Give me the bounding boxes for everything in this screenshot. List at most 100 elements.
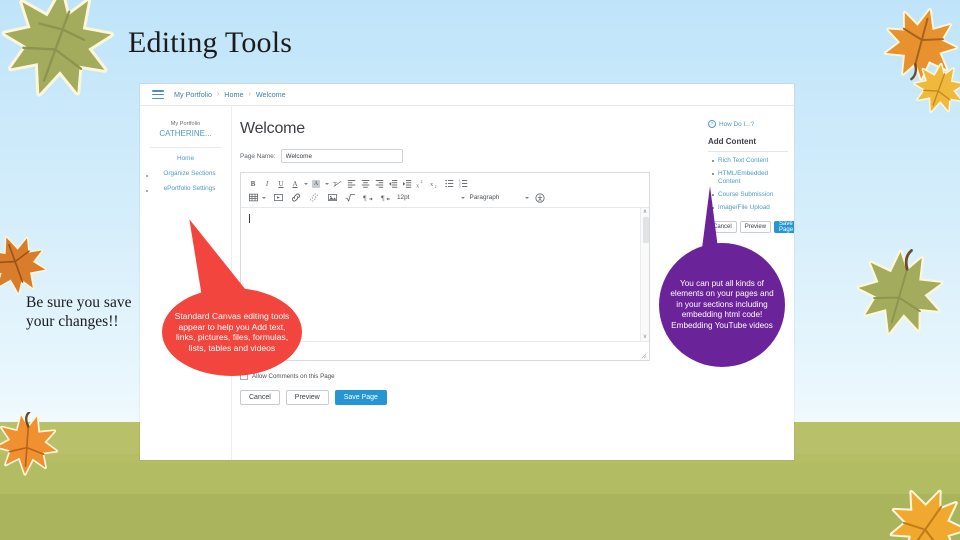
breadcrumb-separator: ›: [216, 91, 220, 98]
remove-link-icon[interactable]: [307, 192, 321, 204]
how-do-i-link[interactable]: ? How Do I...?: [708, 120, 788, 128]
resize-handle-icon[interactable]: [641, 353, 647, 359]
add-content-label: HTML/Embedded Content: [718, 170, 769, 185]
insert-equation-icon[interactable]: [343, 192, 357, 204]
font-size-select[interactable]: 12pt: [397, 192, 466, 204]
panel-action-buttons: Cancel Preview Save Page: [708, 221, 794, 233]
cancel-button[interactable]: Cancel: [240, 390, 280, 405]
add-content-divider: [708, 151, 788, 152]
editor-toolbar: B I U A A T x 2 x 2 1 2 3 ¶ ¶ 12pt Parag…: [241, 173, 649, 208]
numbered-list-icon[interactable]: 123: [456, 178, 470, 190]
accessibility-checker-icon[interactable]: [533, 192, 547, 204]
slide-note-text: Be sure you save your changes!!: [26, 294, 132, 330]
add-content-title: Add Content: [708, 137, 756, 146]
page-title: Editing Tools: [128, 26, 293, 59]
add-content-item-html-embedded[interactable]: HTML/Embedded Content: [708, 170, 788, 186]
breadcrumb-item-welcome[interactable]: Welcome: [256, 90, 286, 99]
editor-scrollbar[interactable]: ∧ ∨: [640, 208, 649, 341]
allow-comments-label: Allow Comments on this Page: [252, 372, 335, 380]
editor-footer: [241, 342, 649, 360]
maple-leaf-icon-green-right: [854, 248, 946, 340]
paragraph-format-select[interactable]: Paragraph: [469, 192, 530, 204]
page-heading: Welcome: [240, 120, 305, 137]
add-content-item-rich-text[interactable]: Rich Text Content: [708, 157, 788, 165]
add-content-label: Image/File Upload: [718, 204, 770, 211]
align-center-icon[interactable]: [358, 178, 372, 190]
indent-icon[interactable]: [400, 178, 414, 190]
italic-icon[interactable]: I: [260, 178, 274, 190]
maple-leaf-icon-yellow-bottomright: [886, 486, 960, 540]
purple-callout: You can put all kinds of elements on you…: [659, 243, 785, 367]
text-color-icon[interactable]: A: [288, 178, 302, 190]
question-circle-icon: ?: [708, 120, 716, 128]
svg-text:x: x: [430, 182, 433, 188]
align-right-icon[interactable]: [372, 178, 386, 190]
main-content: Welcome Page Name: B I U A A T: [232, 106, 702, 460]
add-content-item-image-file-upload[interactable]: Image/File Upload: [708, 204, 788, 212]
preview-button[interactable]: Preview: [285, 390, 329, 405]
maple-leaf-icon-green-topleft: [0, 0, 122, 104]
allow-comments-row[interactable]: Allow Comments on this Page: [240, 372, 702, 380]
insert-table-icon[interactable]: [246, 192, 260, 204]
insert-table-dropdown-icon[interactable]: [260, 192, 267, 204]
highlight-color-dropdown-icon[interactable]: [323, 178, 330, 190]
sidebar-item-organize-sections[interactable]: Organize Sections: [140, 163, 231, 178]
panel-preview-button[interactable]: Preview: [739, 221, 772, 233]
breadcrumb-item-home[interactable]: Home: [224, 90, 243, 99]
sidebar-item-eportfolio-settings[interactable]: ePortfolio Settings: [140, 178, 231, 193]
scroll-up-icon[interactable]: ∧: [643, 208, 647, 216]
add-content-item-course-submission[interactable]: Course Submission: [708, 191, 788, 199]
main-action-buttons: Cancel Preview Save Page: [240, 390, 702, 405]
save-page-button[interactable]: Save Page: [334, 390, 387, 405]
how-do-i-label: How Do I...?: [719, 120, 755, 128]
editor-content-area[interactable]: ∧ ∨: [241, 208, 649, 342]
svg-text:3: 3: [459, 185, 461, 188]
chevron-down-icon: [525, 196, 530, 199]
breadcrumb-item-my-portfolio[interactable]: My Portfolio: [174, 90, 212, 99]
text-cursor: [249, 214, 250, 223]
insert-link-icon[interactable]: [289, 192, 303, 204]
underline-icon[interactable]: U: [274, 178, 288, 190]
outdent-icon[interactable]: [386, 178, 400, 190]
purple-callout-text: You can put all kinds of elements on you…: [670, 278, 774, 330]
editor-toolbar-row-2: ¶ ¶ 12pt Paragraph: [246, 191, 646, 204]
paragraph-format-value: Paragraph: [469, 194, 500, 201]
highlight-color-icon[interactable]: A: [312, 179, 320, 188]
add-content-label: Rich Text Content: [718, 157, 769, 164]
sidebar-bullet: [146, 190, 148, 192]
add-content-label: Course Submission: [718, 191, 774, 198]
superscript-icon[interactable]: x2: [414, 178, 428, 190]
bold-icon[interactable]: B: [246, 178, 260, 190]
red-callout-text: Standard Canvas editing tools appear to …: [174, 311, 290, 353]
sidebar-item-home[interactable]: Home: [140, 148, 231, 163]
clear-formatting-icon[interactable]: T: [330, 178, 344, 190]
red-callout: Standard Canvas editing tools appear to …: [162, 288, 302, 376]
page-name-input[interactable]: [280, 149, 403, 163]
page-name-label: Page Name:: [240, 152, 276, 160]
rtl-direction-icon[interactable]: ¶: [379, 192, 393, 204]
svg-text:¶: ¶: [381, 194, 385, 203]
maple-leaf-icon-yellow-topright-small: [912, 62, 960, 116]
bullet-icon: [712, 160, 714, 162]
breadcrumb: My Portfolio › Home › Welcome: [140, 84, 794, 106]
subscript-icon[interactable]: x2: [428, 178, 442, 190]
hamburger-icon[interactable]: [152, 90, 164, 99]
svg-text:2: 2: [435, 185, 437, 188]
svg-text:2: 2: [421, 180, 423, 184]
sidebar-portfolio-label: My Portfolio: [170, 121, 201, 127]
text-color-dropdown-icon[interactable]: [302, 178, 309, 190]
scrollbar-thumb[interactable]: [642, 217, 649, 243]
insert-stuff-icon[interactable]: [271, 192, 285, 204]
scroll-down-icon[interactable]: ∨: [643, 333, 647, 341]
svg-text:¶: ¶: [363, 194, 367, 203]
align-left-icon[interactable]: [344, 178, 358, 190]
insert-image-icon[interactable]: [325, 192, 339, 204]
bulleted-list-icon[interactable]: [442, 178, 456, 190]
chevron-down-icon: [461, 196, 466, 199]
sidebar-bullet: [146, 175, 148, 177]
bullet-icon: [712, 173, 714, 175]
editor-toolbar-row-1: B I U A A T x 2 x 2 1 2 3: [246, 177, 646, 190]
font-size-value: 12pt: [397, 194, 410, 201]
panel-save-page-button[interactable]: Save Page: [774, 221, 794, 233]
ltr-direction-icon[interactable]: ¶: [361, 192, 375, 204]
